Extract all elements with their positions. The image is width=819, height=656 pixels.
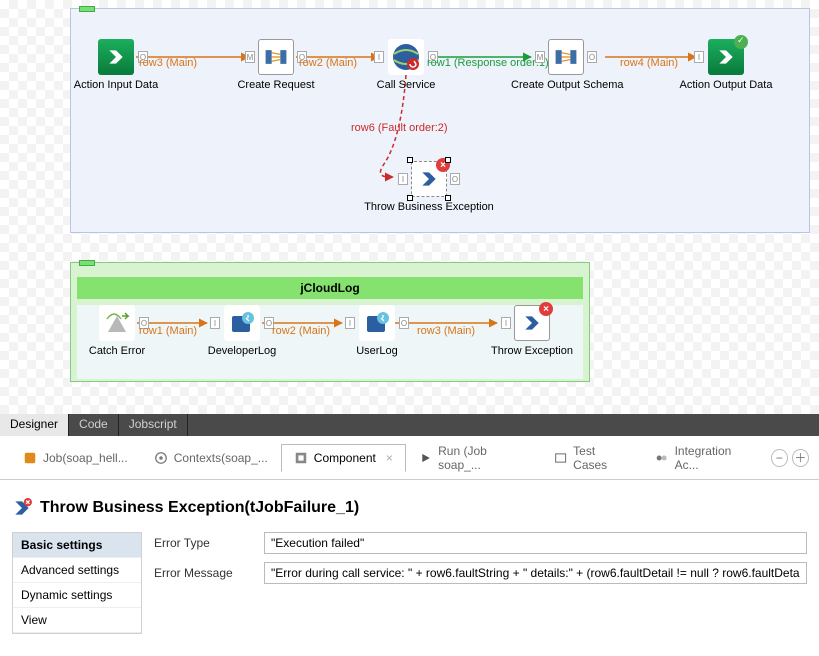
section-view[interactable]: View: [13, 608, 141, 633]
run-icon: [419, 451, 432, 465]
view-tab-label: Contexts(soap_...: [174, 451, 268, 465]
section-dynamic-settings[interactable]: Dynamic settings: [13, 583, 141, 608]
node-label: UserLog: [322, 345, 432, 357]
selection-handle-icon[interactable]: [407, 157, 413, 163]
subjob-title: jCloudLog: [77, 277, 583, 299]
view-tab-test-cases[interactable]: Test Cases: [541, 437, 642, 479]
view-tab-job[interactable]: Job(soap_hell...: [10, 444, 141, 472]
selection-handle-icon[interactable]: [445, 157, 451, 163]
port-icon: I: [398, 173, 408, 185]
port-icon: I: [210, 317, 220, 329]
component-heading-text: Throw Business Exception(tJobFailure_1): [40, 499, 359, 517]
node-label: Action Output Data: [671, 79, 781, 91]
contexts-icon: [154, 451, 168, 465]
port-icon: O: [587, 51, 597, 63]
conn-label: row6 (Fault order:2): [351, 122, 448, 134]
node-label: Create Request: [221, 79, 331, 91]
settings-section-list: Basic settings Advanced settings Dynamic…: [12, 532, 142, 634]
node-label: Call Service: [351, 79, 461, 91]
error-type-label: Error Type: [154, 536, 254, 550]
subjob-handle-icon[interactable]: [79, 260, 95, 266]
failure-icon: [12, 498, 32, 518]
port-icon: I: [345, 317, 355, 329]
error-message-input[interactable]: [264, 562, 807, 584]
node-action-output[interactable]: I Action Output Data: [671, 39, 781, 91]
subjob-jcloudlog: jCloudLog O Catch Error row1 (Main) I: [70, 262, 590, 382]
failure-icon: × I: [514, 305, 550, 341]
tab-designer[interactable]: Designer: [0, 414, 69, 436]
node-user-log[interactable]: I O UserLog: [322, 305, 432, 357]
conn-label: row3 (Main): [417, 325, 475, 337]
port-icon: I: [374, 51, 384, 63]
view-tab-label: Component: [314, 451, 376, 465]
view-tab-label: Integration Ac...: [675, 444, 754, 472]
minimize-button[interactable]: −: [771, 449, 788, 467]
conn-label: row4 (Main): [620, 57, 678, 69]
view-tab-label: Test Cases: [573, 444, 629, 472]
tab-jobscript[interactable]: Jobscript: [119, 414, 188, 436]
conn-label: row3 (Main): [139, 57, 197, 69]
component-icon: [294, 451, 308, 465]
port-icon: O: [399, 317, 409, 329]
log-icon: I O: [359, 305, 395, 341]
error-message-label: Error Message: [154, 566, 254, 580]
view-tab-component[interactable]: Component ×: [281, 444, 406, 472]
failure-icon: × I O: [411, 161, 447, 197]
error-badge-icon: ×: [539, 302, 553, 316]
node-create-output-schema[interactable]: M O Create Output Schema: [511, 39, 621, 91]
globe-icon: I O: [388, 39, 424, 75]
input-icon: O: [98, 39, 134, 75]
subjob-main: O Action Input Data row3 (Main) M O Crea…: [70, 8, 810, 233]
port-icon: O: [450, 173, 460, 185]
node-throw-business-exception[interactable]: × I O Throw Business Exception: [349, 161, 509, 213]
integration-icon: [655, 451, 668, 465]
conn-label: row2 (Main): [299, 57, 357, 69]
node-label: Catch Error: [62, 345, 172, 357]
node-label: Throw Exception: [477, 345, 587, 357]
editor-tabs: Designer Code Jobscript: [0, 414, 819, 436]
log-icon: I O: [224, 305, 260, 341]
settings-form: Error Type Error Message: [154, 532, 807, 634]
component-panel: Throw Business Exception(tJobFailure_1) …: [0, 480, 819, 644]
map-icon: M O: [548, 39, 584, 75]
view-tabs: Job(soap_hell... Contexts(soap_... Compo…: [0, 436, 819, 480]
node-label: Action Input Data: [61, 79, 171, 91]
node-label: Throw Business Exception: [349, 201, 509, 213]
close-icon[interactable]: ×: [386, 451, 393, 465]
component-heading: Throw Business Exception(tJobFailure_1): [12, 498, 807, 518]
maximize-button[interactable]: ＋: [792, 449, 809, 467]
selection-handle-icon[interactable]: [445, 195, 451, 201]
view-tab-label: Job(soap_hell...: [43, 451, 128, 465]
port-icon: I: [694, 51, 704, 63]
tab-code[interactable]: Code: [69, 414, 119, 436]
view-tab-integration[interactable]: Integration Ac...: [642, 437, 766, 479]
testcases-icon: [554, 451, 567, 465]
node-label: DeveloperLog: [187, 345, 297, 357]
selection-handle-icon[interactable]: [407, 195, 413, 201]
error-type-input[interactable]: [264, 532, 807, 554]
subjob-handle-icon[interactable]: [79, 6, 95, 12]
section-advanced-settings[interactable]: Advanced settings: [13, 558, 141, 583]
port-icon: M: [535, 51, 545, 63]
view-tab-label: Run (Job soap_...: [438, 444, 528, 472]
ok-badge-icon: [734, 35, 748, 49]
node-throw-exception[interactable]: × I Throw Exception: [477, 305, 587, 357]
node-label: Create Output Schema: [511, 79, 621, 91]
port-icon: I: [501, 317, 511, 329]
view-tab-contexts[interactable]: Contexts(soap_...: [141, 444, 281, 472]
map-icon: M O: [258, 39, 294, 75]
view-tab-run[interactable]: Run (Job soap_...: [406, 437, 541, 479]
output-icon: I: [708, 39, 744, 75]
port-icon: M: [245, 51, 255, 63]
antenna-icon: O: [99, 305, 135, 341]
design-canvas[interactable]: O Action Input Data row3 (Main) M O Crea…: [0, 0, 819, 414]
section-basic-settings[interactable]: Basic settings: [13, 533, 141, 558]
job-icon: [23, 451, 37, 465]
